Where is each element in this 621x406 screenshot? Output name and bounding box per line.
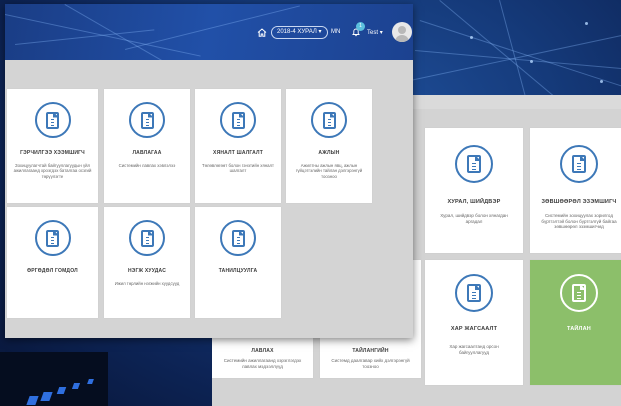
- promo-image: [0, 352, 108, 406]
- notification-badge: 1: [356, 22, 365, 31]
- card-title: ЛАВЛАХ: [251, 348, 274, 354]
- card-title: ӨРГӨДӨЛ ГОМДОЛ: [27, 268, 78, 274]
- card-desc: Системийн лавлах хэвлэлээ: [118, 163, 176, 168]
- card-title: АЖЛЫН: [318, 150, 340, 156]
- card-desc: Системийн зохицуулах зорилгод бүртгэлтэй…: [541, 213, 617, 230]
- document-icon: [34, 102, 71, 138]
- card-tailan[interactable]: ТАЙЛАН: [530, 260, 621, 385]
- document-icon: [129, 220, 165, 256]
- card-ajlyn[interactable]: АЖЛЫН Ажилтны ажлын явц, ажлын гүйцэтгэл…: [286, 89, 372, 203]
- document-icon: [129, 102, 165, 138]
- card-taniltsuulga[interactable]: ТАНИЛЦУУЛГА: [195, 207, 281, 318]
- card-title: ХАР ЖАГСААЛТ: [450, 326, 498, 332]
- card-gerchilgee-ezemshigch[interactable]: ГЭРЧИЛГЭЭ ХЭЭМШИГЧ Зохицуулагчтай байгуу…: [7, 89, 98, 203]
- card-negj-huudas[interactable]: НЭГЖ ХУУДАС Ижил төрлийн нэгжийн хуудсуу…: [104, 207, 190, 318]
- card-orgodol-gomdol[interactable]: ӨРГӨДӨЛ ГОМДОЛ: [7, 207, 98, 318]
- card-hyanalt-shalgalt[interactable]: ХЯНАЛТ ШАЛГАЛТ Төлөвлөгөөт болон гэнэтий…: [195, 89, 281, 203]
- document-icon: [455, 145, 493, 183]
- card-title: НЭГЖ ХУУДАС: [127, 268, 167, 274]
- chevron-down-icon: ▾: [318, 29, 322, 35]
- document-icon: [560, 145, 598, 183]
- card-zovshoorol-ezemshigch[interactable]: ЗӨВШӨӨРӨЛ ЭЗЭМШИГЧ Системийн зохицуулах …: [530, 128, 621, 253]
- header-bar: 2018-4 ХУРАЛ ▾ MN 1 Test ▾: [5, 4, 413, 60]
- username: Test: [367, 30, 379, 36]
- card-title: ЛАВЛАГАА: [132, 150, 162, 156]
- season-label: 2018-4 ХУРАЛ: [277, 29, 317, 35]
- user-menu[interactable]: Test ▾: [367, 29, 383, 36]
- document-icon: [34, 220, 71, 256]
- card-title: ЗӨВШӨӨРӨЛ ЭЗЭМШИГЧ: [541, 199, 617, 205]
- card-title: ТАНИЛЦУУЛГА: [218, 268, 258, 274]
- card-hural-shiidver[interactable]: ХУРАЛ, ШИЙДВЭР Хурал, шийдвэр болон хяна…: [425, 128, 523, 253]
- card-title: ХЯНАЛТ ШАЛГАЛТ: [213, 150, 263, 156]
- avatar[interactable]: [392, 22, 412, 42]
- card-desc: Ажилтны ажлын явц, ажлын гүйцэтгэлийн та…: [295, 163, 363, 179]
- card-desc: Системд даалгавар хийх дэлгэрэнгүй тоозн…: [331, 358, 410, 369]
- card-desc: Хурал, шийдвэр болон хянагдан аргадал: [440, 213, 508, 224]
- card-title: ГЭРЧИЛГЭЭ ХЭЭМШИГЧ: [20, 150, 85, 156]
- document-icon: [560, 274, 598, 312]
- document-icon: [455, 274, 493, 312]
- card-har-jagsaalt[interactable]: ХАР ЖАГСААЛТ Хар жагсаалтанд орсон байгу…: [425, 260, 523, 385]
- home-icon[interactable]: [257, 28, 267, 37]
- language-selector[interactable]: MN: [331, 29, 340, 35]
- card-desc: Зохицуулагчтай байгууллагуудын үйл ажилл…: [13, 163, 92, 179]
- document-icon: [311, 102, 347, 138]
- document-icon: [220, 102, 256, 138]
- card-title: ХУРАЛ, ШИЙДВЭР: [447, 199, 501, 205]
- card-desc: Системийн ажиллагаанд хэрэглэгдэх лавлах…: [223, 358, 302, 369]
- season-selector[interactable]: 2018-4 ХУРАЛ ▾: [271, 26, 328, 39]
- card-lavlagaa[interactable]: ЛАВЛАГАА Системийн лавлах хэвлэлээ: [104, 89, 190, 203]
- chevron-down-icon: ▾: [379, 30, 383, 36]
- card-desc: Ижил төрлийн нэгжийн хуудсууд: [114, 281, 180, 286]
- card-desc: Төлөвлөгөөт болон гэнэтийн хяналт шалгал…: [201, 163, 275, 174]
- card-title: ТАЙЛАНГИЙН: [352, 348, 389, 354]
- front-dashboard: 2018-4 ХУРАЛ ▾ MN 1 Test ▾ ГЭРЧИЛГЭЭ ХЭЭ…: [5, 4, 413, 338]
- card-title: ТАЙЛАН: [567, 326, 591, 332]
- document-icon: [220, 220, 256, 256]
- card-desc: Хар жагсаалтанд орсон байгууллагууд: [449, 344, 499, 355]
